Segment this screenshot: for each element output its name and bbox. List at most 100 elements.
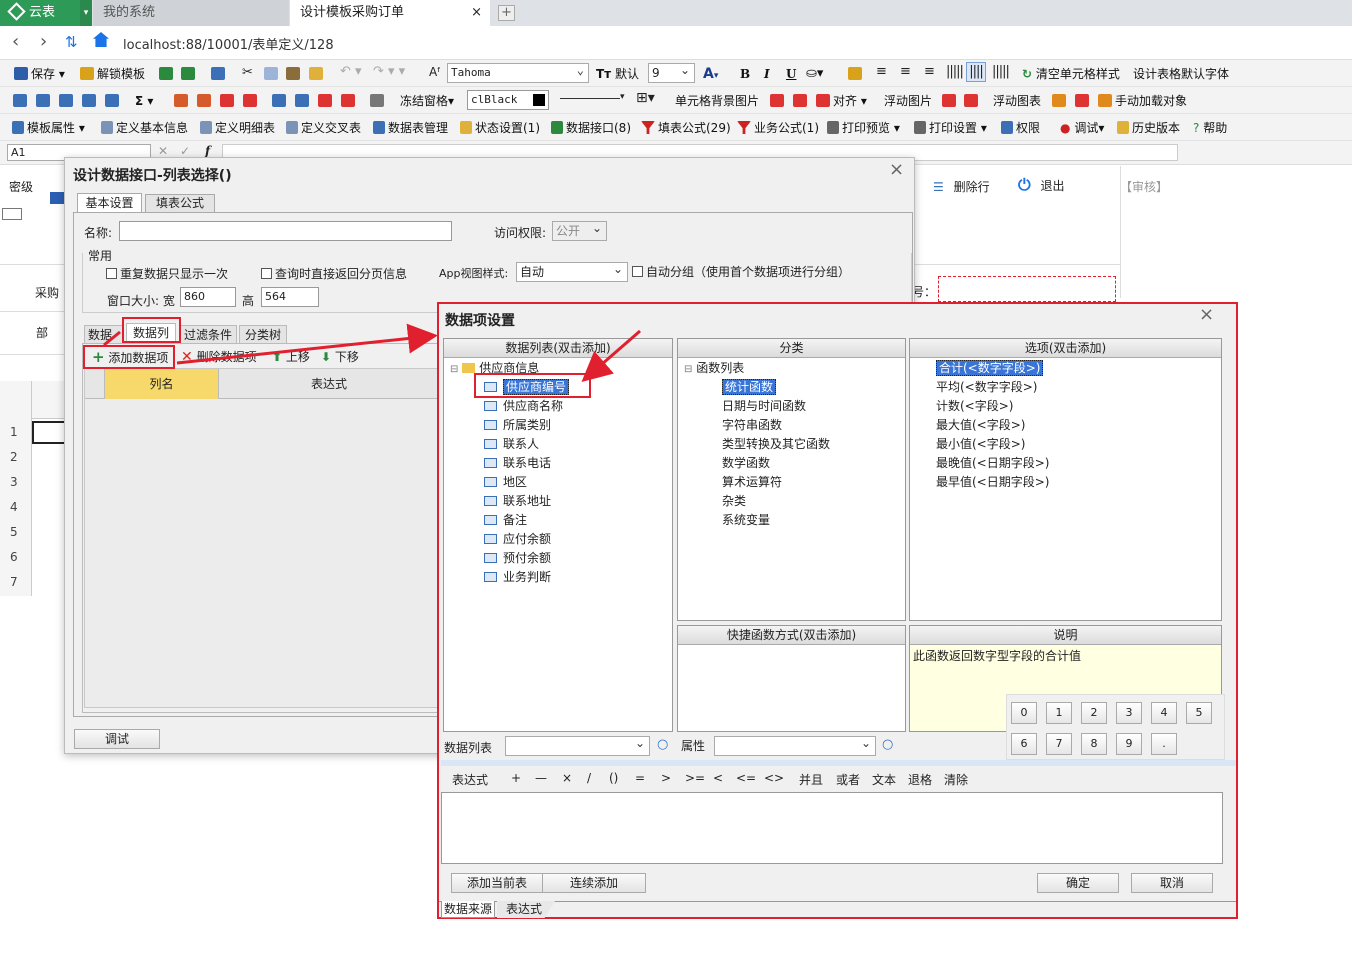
bold-button[interactable]: B — [740, 65, 750, 83]
operator-button[interactable]: () — [609, 771, 618, 785]
url-text[interactable]: localhost:88/10001/表单定义/128 — [123, 34, 334, 53]
keypad-key-7[interactable]: 7 — [1046, 733, 1072, 755]
data-api-button[interactable]: 数据接口(8) — [551, 119, 631, 137]
detail-table-button[interactable]: 定义明细表 — [200, 119, 275, 137]
forward-icon[interactable]: › — [40, 31, 47, 52]
active-cell[interactable] — [32, 421, 68, 444]
font-size-select[interactable]: 9 — [648, 61, 695, 83]
new-tab-icon[interactable]: + — [498, 5, 515, 21]
history-button[interactable]: 历史版本 — [1117, 119, 1180, 137]
fill-color-icon[interactable]: ⛀▾ — [806, 65, 823, 83]
tree-item[interactable]: 备注 — [484, 511, 527, 530]
excel-import-icon[interactable] — [159, 67, 173, 80]
keypad-key-3[interactable]: 3 — [1116, 702, 1142, 724]
print-preview-button[interactable]: 打印预览 ▾ — [827, 119, 900, 137]
grid-icon-2[interactable] — [36, 94, 50, 107]
chart-icon-2[interactable] — [1075, 94, 1089, 107]
operator-button[interactable]: 并且 — [799, 771, 823, 788]
cross-table-button[interactable]: 定义交叉表 — [286, 119, 361, 137]
align-center-icon[interactable]: ≡ — [900, 64, 911, 79]
search-icon-2[interactable]: ○ — [882, 737, 893, 752]
exit-doc-icon[interactable] — [211, 67, 225, 80]
debug-button[interactable]: ● 调试▾ — [1060, 119, 1104, 137]
delete-row-icon[interactable] — [220, 94, 234, 107]
image-icon-2[interactable] — [793, 94, 807, 107]
align-left-icon[interactable]: ≡ — [876, 64, 887, 79]
italic-button[interactable]: I — [764, 65, 770, 83]
operator-button[interactable]: >= — [685, 771, 705, 785]
percent-icon[interactable] — [370, 94, 384, 107]
default-font-button[interactable]: 设计表格默认字体 — [1133, 65, 1229, 83]
tree-item[interactable]: 所属类别 — [484, 416, 551, 435]
font-name-select[interactable]: Tahoma — [447, 61, 589, 83]
delete-item-button[interactable]: ✕ 删除数据项 — [181, 348, 257, 365]
move-down-button[interactable]: ⬇ 下移 — [321, 348, 359, 365]
insert-row-icon[interactable] — [174, 94, 188, 107]
tab-data-source[interactable]: 数据来源 — [441, 901, 495, 918]
category-item[interactable]: 字符串函数 — [722, 416, 782, 435]
grid-icon-5[interactable] — [105, 94, 119, 107]
freeze-panes-button[interactable]: 冻结窗格▾ — [400, 92, 454, 110]
operator-button[interactable]: × — [562, 771, 572, 785]
operator-button[interactable]: = — [635, 771, 645, 785]
fx-icon[interactable]: f — [205, 144, 210, 158]
tab-yunbiao[interactable]: 云表 — [0, 0, 80, 26]
option-item[interactable]: 计数(<字段>) — [936, 397, 1013, 416]
keypad-key-9[interactable]: 9 — [1116, 733, 1142, 755]
insert-col-icon[interactable] — [197, 94, 211, 107]
font-color-button[interactable]: A▾ — [703, 65, 718, 83]
add-current-table-button[interactable]: 添加当前表 — [451, 873, 543, 893]
template-props-button[interactable]: 模板属性 ▾ — [12, 119, 85, 137]
format-brush-icon[interactable] — [309, 67, 323, 80]
align-right-icon[interactable]: ≡ — [924, 64, 935, 79]
dialog-close-icon[interactable]: × — [889, 159, 904, 180]
tab-basic-settings[interactable]: 基本设置 — [77, 193, 142, 212]
option-item[interactable]: 平均(<数字字段>) — [936, 378, 1037, 397]
subtab-datasource[interactable]: 数据源 — [84, 325, 124, 343]
expression-input[interactable] — [441, 792, 1223, 864]
operator-button[interactable]: — — [535, 771, 547, 785]
option-item[interactable]: 合计(<数字字段>) — [936, 359, 1044, 378]
category-item[interactable]: 算术运算符 — [722, 473, 782, 492]
border-grid-icon[interactable]: ⊞▾ — [636, 90, 655, 106]
help-button[interactable]: ? 帮助 — [1193, 119, 1227, 137]
continuous-add-button[interactable]: 连续添加 — [542, 873, 646, 893]
cell-bg-image-button[interactable]: 单元格背景图片 — [675, 92, 759, 110]
tree-item[interactable]: 联系人 — [484, 435, 539, 454]
category-item[interactable]: 统计函数 — [722, 378, 777, 397]
undo-icon[interactable]: ↶ ▾ — [340, 64, 362, 79]
close-tab-icon[interactable]: × — [471, 0, 482, 26]
category-item[interactable]: 类型转换及其它函数 — [722, 435, 830, 454]
float-image-button[interactable]: 浮动图片 — [884, 92, 932, 110]
delete-col-icon[interactable] — [243, 94, 257, 107]
tree-item[interactable]: 应付余额 — [484, 530, 551, 549]
tab-fill-formula[interactable]: 填表公式 — [145, 194, 215, 212]
option-item[interactable]: 最大值(<字段>) — [936, 416, 1025, 435]
operator-button[interactable]: > — [661, 771, 671, 785]
operator-button[interactable]: 文本 — [872, 771, 896, 788]
barcode-3-icon[interactable]: ||||| — [992, 64, 1010, 79]
data-list-select[interactable] — [505, 734, 650, 756]
state-setting-button[interactable]: 状态设置(1) — [460, 119, 540, 137]
save-button[interactable]: 保存 ▾ — [14, 65, 65, 83]
basic-info-button[interactable]: 定义基本信息 — [101, 119, 188, 137]
accept-edit-icon[interactable]: ✓ — [180, 144, 190, 158]
operator-button[interactable]: < — [713, 771, 723, 785]
permission-button[interactable]: 权限 — [1001, 119, 1040, 137]
cancel-button[interactable]: 取消 — [1131, 873, 1213, 893]
underline-button[interactable]: U — [786, 65, 796, 83]
cat-root[interactable]: ⊟ 函数列表 — [684, 359, 744, 378]
fill-formula-button[interactable]: 填表公式(29) — [641, 119, 731, 137]
refresh-icon[interactable]: ⇅ — [65, 33, 78, 51]
keypad-key-4[interactable]: 4 — [1151, 702, 1177, 724]
font-size-label-button[interactable]: Tт 默认 — [596, 65, 639, 83]
excel-export-icon[interactable] — [181, 67, 195, 80]
barcode-2-icon[interactable]: |||| — [966, 62, 986, 82]
biz-formula-button[interactable]: 业务公式(1) — [737, 119, 819, 137]
col-header-name[interactable]: 列名 — [105, 369, 219, 399]
option-item[interactable]: 最小值(<字段>) — [936, 435, 1025, 454]
ok-button[interactable]: 确定 — [1037, 873, 1119, 893]
operator-button[interactable]: 退格 — [908, 771, 932, 788]
subtab-category-tree[interactable]: 分类树 — [239, 325, 287, 343]
tree-item[interactable]: 地区 — [484, 473, 527, 492]
